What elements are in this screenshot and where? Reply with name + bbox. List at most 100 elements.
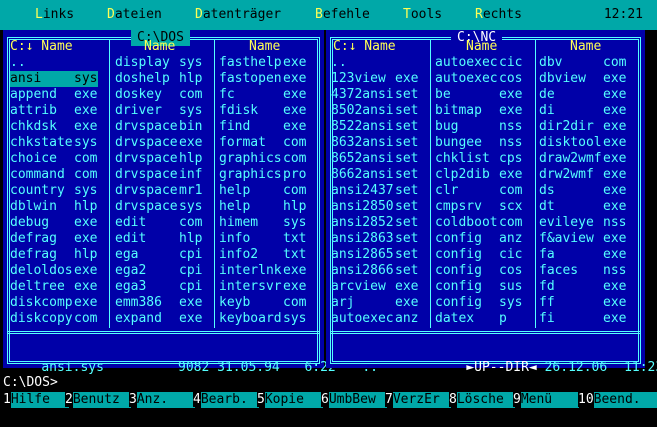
right-panel[interactable]: C:\NC C:↓ Name Name Name .. 123view exe 437… [326,30,657,375]
file-entry[interactable]: f&aview exe [539,231,627,247]
file-entry[interactable]: drvspace sys [115,199,203,215]
file-entry-selected[interactable]: ansi sys [10,71,98,87]
file-entry[interactable]: interlnk exe [219,263,307,279]
file-entry[interactable]: coldboot com [435,215,523,231]
file-entry[interactable]: append exe [10,87,98,103]
file-entry[interactable]: ff exe [539,295,627,311]
file-entry[interactable]: autoexec cic [435,55,523,71]
file-entry[interactable]: chklist cps [435,151,523,167]
file-entry[interactable]: datex p [435,311,523,327]
parent-dir-entry[interactable]: .. [331,55,419,71]
file-entry[interactable]: edit hlp [115,231,203,247]
file-entry[interactable]: attrib exe [10,103,98,119]
file-entry[interactable]: doskey com [115,87,203,103]
fkey-3[interactable]: 3Anz. [129,392,195,408]
fkey-9[interactable]: 9Menü [513,392,579,408]
right-col-header-3[interactable]: Name [570,39,601,55]
file-entry[interactable]: drw2wmf exe [539,167,627,183]
file-entry[interactable]: fd exe [539,279,627,295]
menu-rechts[interactable]: Rechts [475,7,522,23]
file-entry[interactable]: graphics pro [219,167,307,183]
file-entry[interactable]: bitmap exe [435,103,523,119]
file-entry[interactable]: keyboard sys [219,311,307,327]
file-entry[interactable]: ansi2437 set [331,183,419,199]
fkey-10[interactable]: 10Beend. [578,392,657,408]
file-entry[interactable]: bungee nss [435,135,523,151]
file-entry[interactable]: debug exe [10,215,98,231]
file-entry[interactable]: 8522ansi set [331,119,419,135]
file-entry[interactable]: deltree exe [10,279,98,295]
file-entry[interactable]: config anz [435,231,523,247]
file-entry[interactable]: emm386 exe [115,295,203,311]
file-entry[interactable]: dblwin hlp [10,199,98,215]
file-entry[interactable]: autoexec cos [435,71,523,87]
file-entry[interactable]: doshelp hlp [115,71,203,87]
file-entry[interactable]: drvspace mr1 [115,183,203,199]
file-entry[interactable]: find exe [219,119,307,135]
file-entry[interactable]: info2 txt [219,247,307,263]
file-entry[interactable]: arj exe [331,295,419,311]
file-entry[interactable]: fa exe [539,247,627,263]
menu-links[interactable]: Links [35,7,74,23]
menu-datentraeger[interactable]: Datenträger [195,7,281,23]
file-entry[interactable]: cmpsrv scx [435,199,523,215]
file-entry[interactable]: deloldos exe [10,263,98,279]
file-entry[interactable]: help com [219,183,307,199]
file-entry[interactable]: dt exe [539,199,627,215]
file-entry[interactable]: config sus [435,279,523,295]
right-col-header-2[interactable]: Name [466,39,497,55]
left-col-header-1[interactable]: C:↓ Name [10,39,73,55]
file-entry[interactable]: 4372ansi set [331,87,419,103]
fkey-4[interactable]: 4Bearb. [193,392,259,408]
file-entry[interactable]: draw2wmf exe [539,151,627,167]
file-entry[interactable]: chkstate sys [10,135,98,151]
file-entry[interactable]: ega cpi [115,247,203,263]
file-entry[interactable]: disktool exe [539,135,627,151]
fkey-2[interactable]: 2Benutz [65,392,131,408]
file-entry[interactable]: format com [219,135,307,151]
file-entry[interactable]: diskcomp exe [10,295,98,311]
right-col-header-1[interactable]: C:↓ Name [333,39,396,55]
fkey-8[interactable]: 8Lösche [449,392,515,408]
file-entry[interactable]: help hlp [219,199,307,215]
file-entry[interactable]: graphics com [219,151,307,167]
file-entry[interactable]: fastopen exe [219,71,307,87]
file-entry[interactable]: defrag hlp [10,247,98,263]
file-entry[interactable]: drvspace exe [115,135,203,151]
file-entry[interactable]: himem sys [219,215,307,231]
file-entry[interactable]: ega2 cpi [115,263,203,279]
file-entry[interactable]: dbview exe [539,71,627,87]
fkey-7[interactable]: 7VerzEr [385,392,451,408]
file-entry[interactable]: 8502ansi set [331,103,419,119]
file-entry[interactable]: defrag exe [10,231,98,247]
menu-dateien[interactable]: Dateien [107,7,162,23]
file-entry[interactable]: country sys [10,183,98,199]
file-entry[interactable]: ansi2865 set [331,247,419,263]
file-entry[interactable]: edit com [115,215,203,231]
file-entry[interactable]: drvspace bin [115,119,203,135]
file-entry[interactable]: fi exe [539,311,627,327]
file-entry[interactable]: di exe [539,103,627,119]
file-entry[interactable]: chkdsk exe [10,119,98,135]
file-entry[interactable]: fasthelp exe [219,55,307,71]
file-entry[interactable]: ansi2863 set [331,231,419,247]
menu-befehle[interactable]: Befehle [315,7,370,23]
file-entry[interactable]: choice com [10,151,98,167]
left-col-header-3[interactable]: Name [249,39,280,55]
file-entry[interactable]: fdisk exe [219,103,307,119]
file-entry[interactable]: ega3 cpi [115,279,203,295]
file-entry[interactable]: ansi2866 set [331,263,419,279]
file-entry[interactable]: 8632ansi set [331,135,419,151]
file-entry[interactable]: info txt [219,231,307,247]
fkey-5[interactable]: 5Kopie [257,392,323,408]
command-line-input[interactable]: C:\DOS> [3,375,58,391]
file-entry[interactable]: de exe [539,87,627,103]
file-entry[interactable]: config sys [435,295,523,311]
file-entry[interactable]: keyb com [219,295,307,311]
file-entry[interactable]: clp2dib exe [435,167,523,183]
file-entry[interactable]: 8652ansi set [331,151,419,167]
file-entry[interactable]: clr com [435,183,523,199]
left-col-header-2[interactable]: Name [144,39,175,55]
file-entry[interactable]: ansi2852 set [331,215,419,231]
file-entry[interactable]: fc exe [219,87,307,103]
